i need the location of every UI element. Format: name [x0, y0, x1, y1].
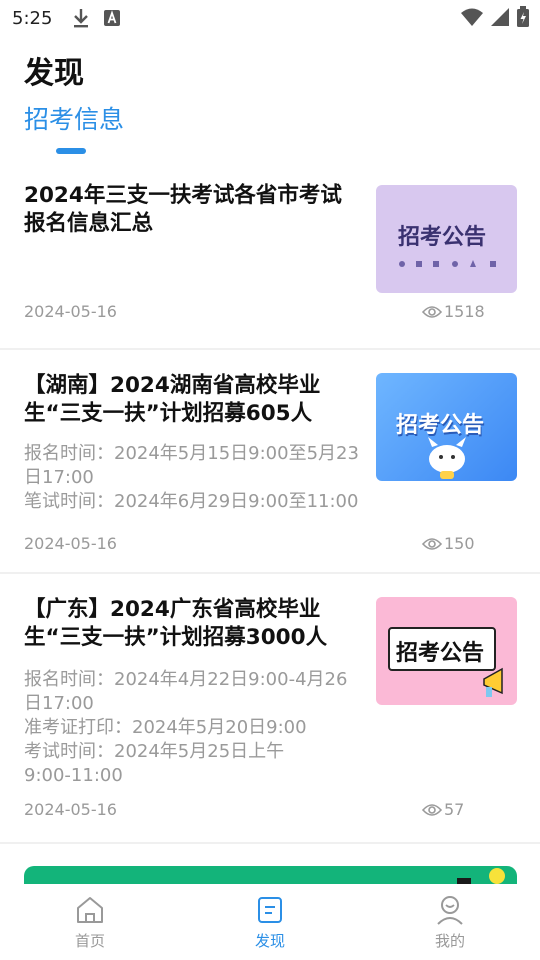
article-title-line: 【湖南】2024湖南省高校毕业 — [24, 373, 321, 398]
view-count: 57 — [444, 800, 465, 819]
article-title: 【湖南】2024湖南省高校毕业 生“三支一扶”计划招募605人 — [24, 372, 370, 428]
font-app-icon — [104, 10, 121, 26]
download-icon — [74, 9, 89, 28]
profile-icon — [437, 896, 463, 925]
article-thumbnail: 招考公告 — [376, 597, 517, 705]
article-details: 报名时间：2024年4月22日9:00-4月26 日17:00 准考证打印：20… — [24, 668, 374, 788]
nav-label: 我的 — [434, 932, 465, 950]
article-title-line: 【广东】2024广东省高校毕业 — [24, 597, 321, 622]
article-title-line: 生“三支一扶”计划招募605人 — [24, 401, 313, 426]
article-card[interactable]: 【广东】2024广东省高校毕业 生“三支一扶”计划招募3000人 报名时间：20… — [0, 574, 540, 844]
article-detail-line: 笔试时间：2024年6月29日9:00至11:00 — [24, 491, 359, 512]
article-detail-line: 准考证打印：2024年5月20日9:00 — [24, 717, 307, 738]
eye-icon — [422, 305, 442, 318]
view-count: 1518 — [444, 302, 485, 321]
article-title-line: 报名信息汇总 — [24, 211, 154, 236]
article-detail-line: 9:00-11:00 — [24, 765, 123, 786]
nav-label: 首页 — [74, 932, 105, 950]
nav-item-discover[interactable]: 发现 — [180, 884, 360, 960]
article-views: 57 — [422, 800, 464, 819]
article-date: 2024-05-16 — [24, 800, 117, 819]
thumbnail-text: 招考公告 — [398, 225, 487, 250]
article-detail-line: 日17:00 — [24, 693, 94, 714]
view-count: 150 — [444, 534, 475, 553]
battery-icon — [517, 6, 529, 27]
article-thumbnail: 招考公告 — [376, 185, 517, 293]
article-title-line: 2024年三支一扶考试各省市考试 — [24, 183, 342, 208]
tab-active-indicator — [56, 148, 86, 154]
article-views: 1518 — [422, 302, 485, 321]
tab-recruitment-info[interactable]: 招考信息 — [24, 100, 124, 136]
article-date: 2024-05-16 — [24, 534, 117, 553]
eye-icon — [422, 803, 442, 816]
thumbnail-text: 招考公告 — [396, 641, 485, 666]
decorative-icons — [399, 260, 496, 267]
article-detail-line: 报名时间：2024年4月22日9:00-4月26 — [24, 669, 348, 690]
article-title: 2024年三支一扶考试各省市考试 报名信息汇总 — [24, 182, 370, 238]
article-detail-line: 考试时间：2024年5月25日上午 — [24, 741, 285, 762]
megaphone-icon — [483, 667, 503, 697]
status-time: 5:25 — [12, 7, 53, 29]
signal-icon — [491, 8, 509, 26]
bottom-nav: 首页 发现 我的 — [0, 884, 540, 960]
article-title-line: 生“三支一扶”计划招募3000人 — [24, 625, 328, 650]
eye-icon — [422, 537, 442, 550]
article-list: 2024年三支一扶考试各省市考试 报名信息汇总 招考公告 2024-05-16 … — [0, 168, 540, 844]
article-title: 【广东】2024广东省高校毕业 生“三支一扶”计划招募3000人 — [24, 596, 370, 652]
home-icon — [77, 897, 103, 923]
article-card[interactable]: 2024年三支一扶考试各省市考试 报名信息汇总 招考公告 2024-05-16 … — [0, 168, 540, 350]
article-detail-line: 日17:00 — [24, 467, 94, 488]
article-views: 150 — [422, 534, 475, 553]
nav-item-home[interactable]: 首页 — [0, 884, 180, 960]
article-detail-line: 报名时间：2024年5月15日9:00至5月23 — [24, 443, 359, 464]
nav-item-profile[interactable]: 我的 — [360, 884, 540, 960]
discover-icon — [258, 897, 282, 923]
mascot-icon — [428, 437, 466, 479]
wifi-icon — [461, 8, 483, 26]
nav-label: 发现 — [254, 932, 285, 950]
page-title: 发现 — [24, 56, 84, 91]
article-details: 报名时间：2024年5月15日9:00至5月23 日17:00 笔试时间：202… — [24, 442, 374, 514]
article-date: 2024-05-16 — [24, 302, 117, 321]
article-thumbnail: 招考公告 — [376, 373, 517, 481]
status-bar: 5:25 — [0, 0, 540, 36]
article-card[interactable]: 【湖南】2024湖南省高校毕业 生“三支一扶”计划招募605人 报名时间：202… — [0, 350, 540, 574]
